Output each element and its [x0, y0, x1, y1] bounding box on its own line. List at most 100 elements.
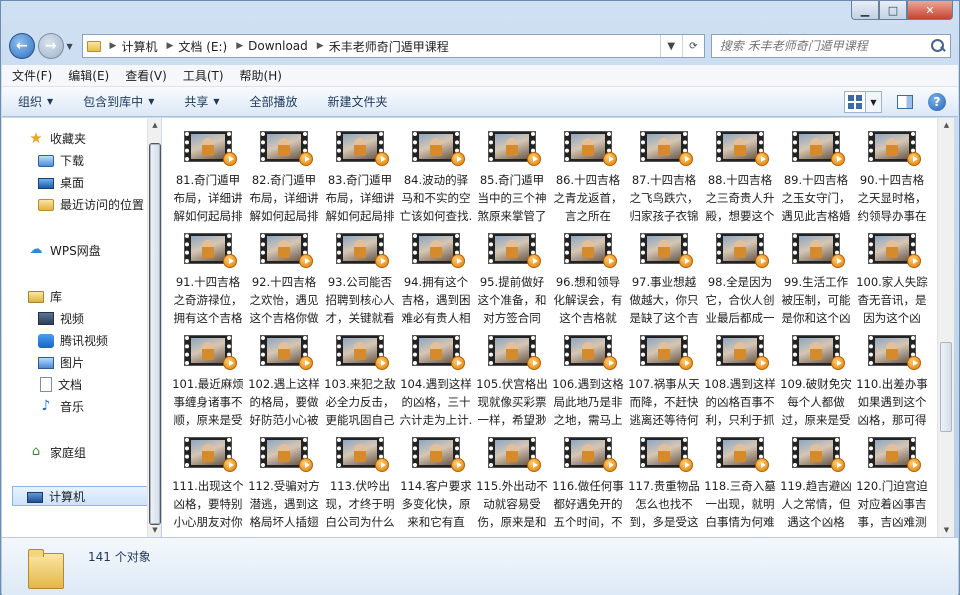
video-file-item[interactable]: 112.受骗对方潜逃，遇到这格局坏人插翅难... — [246, 428, 322, 530]
play-icon — [907, 355, 921, 370]
file-list-scrollbar[interactable]: ▲ ▼ — [937, 118, 954, 537]
video-file-item[interactable]: 110.出差办事如果遇到这个凶格，那可得小... — [854, 326, 930, 428]
nav-scroll-thumb[interactable] — [150, 144, 160, 524]
video-file-item[interactable]: 83.奇门遁甲布局，详细讲解如何起局排盘... — [322, 122, 398, 224]
nav-documents[interactable]: 文档 — [38, 374, 82, 394]
nav-favorites[interactable]: ★ 收藏夹 — [28, 128, 86, 148]
video-file-item[interactable]: 81.奇门遁甲布局，详细讲解如何起局排盘... — [170, 122, 246, 224]
nav-pane-scrollbar[interactable]: ▲ ▼ — [147, 118, 161, 537]
address-bar[interactable]: ▶ 计算机 ▶ 文档 (E:) ▶ Download ▶ 禾丰老师奇门遁甲课程 … — [81, 34, 705, 58]
breadcrumb-arrow-icon[interactable]: ▶ — [236, 41, 243, 51]
video-file-item[interactable]: 115.外出动不动就容易受伤，原来是和它有... — [474, 428, 550, 530]
breadcrumb-arrow-icon[interactable]: ▶ — [166, 41, 173, 51]
nav-music[interactable]: ♪ 音乐 — [38, 396, 84, 416]
video-file-item[interactable]: 89.十四吉格之玉女守门，遇见此吉格婚嫁... — [778, 122, 854, 224]
video-file-item[interactable]: 87.十四吉格之飞鸟跌穴，归家孩子衣锦还... — [626, 122, 702, 224]
video-file-item[interactable]: 82.奇门遁甲布局，详细讲解如何起局排盘... — [246, 122, 322, 224]
file-name-label: 95.提前做好这个准备，和对方签合同都... — [477, 274, 547, 325]
video-file-item[interactable]: 113.伏吟出现，才终于明白公司为什么火不... — [322, 428, 398, 530]
preview-pane-button[interactable] — [894, 91, 916, 113]
video-file-item[interactable]: 84.波动的驿马和不实的空亡该如何查找.m... — [398, 122, 474, 224]
nav-downloads[interactable]: 下载 — [38, 150, 84, 170]
breadcrumb-course-folder[interactable]: 禾丰老师奇门遁甲课程 — [329, 38, 449, 55]
search-input[interactable] — [719, 39, 925, 53]
close-button[interactable]: ✕ — [907, 1, 953, 20]
minimize-button[interactable]: ▁ — [851, 1, 879, 20]
nav-tencent-video[interactable]: 腾讯视频 — [38, 330, 108, 350]
video-thumbnail — [413, 234, 465, 268]
video-file-item[interactable]: 117.贵重物品怎么也找不到，多是受这个凶... — [626, 428, 702, 530]
organize-button[interactable]: 组织 ▼ — [18, 93, 53, 110]
address-history-dropdown[interactable]: ▼ — [659, 35, 682, 57]
video-file-item[interactable]: 93.公司能否招聘到核心人才，关键就看这... — [322, 224, 398, 326]
video-file-item[interactable]: 97.事业想越做越大，你只是缺了这个吉格... — [626, 224, 702, 326]
video-file-item[interactable]: 94.拥有这个吉格，遇到困难必有贵人相助... — [398, 224, 474, 326]
video-file-item[interactable]: 86.十四吉格之青龙返首，言之所在和“她... — [550, 122, 626, 224]
nav-videos[interactable]: 视频 — [38, 308, 84, 328]
nav-computer[interactable]: 计算机 — [12, 486, 147, 506]
video-file-item[interactable]: 103.来犯之敌必全力反击，更能巩固自己地... — [322, 326, 398, 428]
scroll-down-arrow-icon[interactable]: ▼ — [148, 523, 162, 537]
change-view-button[interactable] — [844, 91, 866, 113]
video-file-item[interactable]: 96.想和领导化解误会，有这个吉格就解... — [550, 224, 626, 326]
help-icon[interactable]: ? — [928, 93, 946, 111]
include-in-library-button[interactable]: 包含到库中 ▼ — [83, 93, 154, 110]
view-options-dropdown[interactable]: ▼ — [866, 91, 882, 113]
search-icon[interactable] — [929, 37, 947, 55]
video-file-item[interactable]: 88.十四吉格之三奇贵人升殿，想要这个吉... — [702, 122, 778, 224]
nav-libraries[interactable]: 库 — [28, 286, 62, 306]
video-file-item[interactable]: 98.全是因为它，合伙人创业最后都成一拍... — [702, 224, 778, 326]
video-file-item[interactable]: 101.最近麻烦事缠身诸事不顺，原来是受这... — [170, 326, 246, 428]
menu-tools[interactable]: 工具(T) — [183, 67, 224, 84]
video-file-item[interactable]: 107.祸事从天而降，不赶快逃离还等待何时... — [626, 326, 702, 428]
menu-view[interactable]: 查看(V) — [125, 67, 167, 84]
file-name-label: 117.贵重物品怎么也找不到，多是受这个凶... — [628, 478, 700, 529]
video-file-item[interactable]: 85.奇门遁甲当中的三个神煞原来掌管了婚... — [474, 122, 550, 224]
play-all-button[interactable]: 全部播放 — [250, 93, 298, 110]
nav-recent-places[interactable]: 最近访问的位置 — [38, 194, 144, 214]
file-list-scroll-thumb[interactable] — [940, 342, 952, 432]
video-file-item[interactable]: 109.破财免灾每个人都做过，原来是受小格... — [778, 326, 854, 428]
scroll-down-arrow-icon[interactable]: ▼ — [938, 523, 955, 537]
video-file-item[interactable]: 99.生活工作被压制，可能是你和这个凶格... — [778, 224, 854, 326]
video-file-item[interactable]: 102.遇上这样的格局，要做好防范小心被偷... — [246, 326, 322, 428]
video-file-item[interactable]: 118.三奇入墓一出现，就明白事情为何难办... — [702, 428, 778, 530]
menu-help[interactable]: 帮助(H) — [240, 67, 282, 84]
breadcrumb-download[interactable]: Download — [248, 39, 308, 53]
menu-edit[interactable]: 编辑(E) — [68, 67, 109, 84]
back-button[interactable]: ← — [9, 33, 35, 59]
nav-homegroup[interactable]: ⌂ 家庭组 — [28, 442, 86, 462]
video-file-item[interactable]: 92.十四吉格之欢怡，遇见这个吉格你做成... — [246, 224, 322, 326]
video-file-item[interactable]: 114.客户要求多变化快，原来和它有直接... — [398, 428, 474, 530]
command-bar: 组织 ▼ 包含到库中 ▼ 共享 ▼ 全部播放 新建文件夹 ▼ ? — [2, 87, 958, 117]
scroll-up-arrow-icon[interactable]: ▲ — [938, 118, 955, 132]
forward-button[interactable]: → — [37, 33, 64, 59]
video-file-item[interactable]: 91.十四吉格之奇游禄位，拥有这个吉格想... — [170, 224, 246, 326]
video-file-item[interactable]: 120.门迫宫迫对应着凶事吉事，吉凶难测之... — [854, 428, 930, 530]
recent-pages-dropdown[interactable]: ▼ — [64, 42, 76, 51]
breadcrumb-arrow-icon[interactable]: ▶ — [317, 41, 324, 51]
video-file-item[interactable]: 104.遇到这样的凶格，三十六计走为上计.m... — [398, 326, 474, 428]
scroll-up-arrow-icon[interactable]: ▲ — [148, 118, 162, 132]
maximize-button[interactable]: □ — [879, 1, 907, 20]
refresh-icon[interactable]: ⟳ — [681, 35, 704, 57]
video-file-item[interactable]: 90.十四吉格之天显时格，约领导办事在什... — [854, 122, 930, 224]
new-folder-button[interactable]: 新建文件夹 — [328, 93, 388, 110]
nav-pictures[interactable]: 图片 — [38, 352, 84, 372]
video-file-item[interactable]: 105.伏宫格出现就像买彩票一样，希望渺茫... — [474, 326, 550, 428]
breadcrumb-computer[interactable]: 计算机 — [121, 38, 157, 55]
nav-wps-cloud[interactable]: ☁ WPS网盘 — [28, 240, 101, 260]
video-file-item[interactable]: 108.遇到这样的凶格百事不利，只利于抓捕... — [702, 326, 778, 428]
video-file-item[interactable]: 106.遇到这格局此地乃是非之地，需马上撤... — [550, 326, 626, 428]
nav-desktop[interactable]: 桌面 — [38, 172, 84, 192]
video-file-item[interactable]: 95.提前做好这个准备，和对方签合同都... — [474, 224, 550, 326]
breadcrumb-arrow-icon[interactable]: ▶ — [110, 41, 117, 51]
video-file-item[interactable]: 116.做任何事都好遇免开的五个时间，不可... — [550, 428, 626, 530]
video-file-item[interactable]: 100.家人失踪杳无音讯，是因为这个凶格... — [854, 224, 930, 326]
video-file-item[interactable]: 119.趋吉避凶人之常情，但遇这个凶格难... — [778, 428, 854, 530]
share-button[interactable]: 共享 ▼ — [184, 93, 219, 110]
video-file-item[interactable]: 111.出现这个凶格，要特别小心朋友对你不... — [170, 428, 246, 530]
menu-file[interactable]: 文件(F) — [12, 67, 52, 84]
breadcrumb-drive[interactable]: 文档 (E:) — [178, 38, 227, 55]
file-name-label: 111.出现这个凶格，要特别小心朋友对你不... — [172, 478, 244, 529]
